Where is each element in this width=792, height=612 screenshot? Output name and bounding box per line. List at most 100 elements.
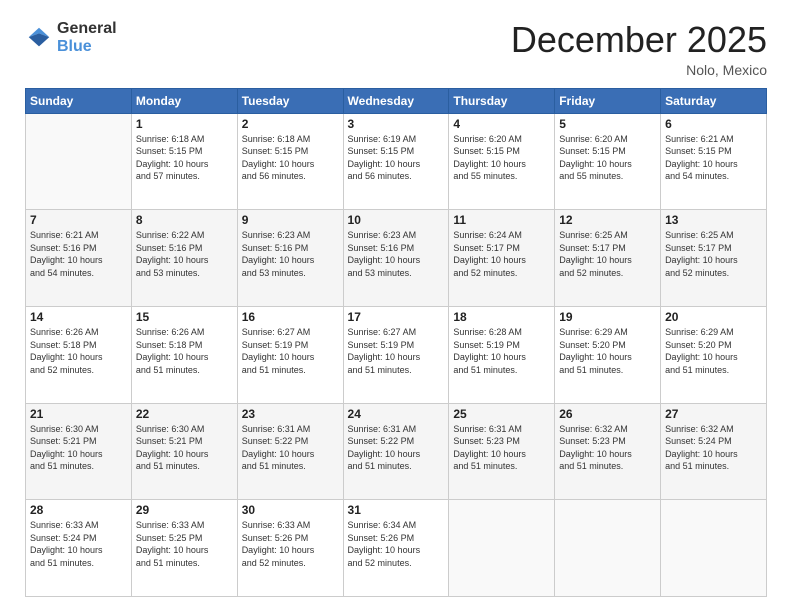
weekday-header: Wednesday: [343, 88, 449, 113]
day-number: 30: [242, 503, 339, 517]
calendar-cell: 12 Sunrise: 6:25 AM Sunset: 5:17 PM Dayli…: [555, 210, 661, 307]
calendar-cell: 3Sunrise: 6:19 AM Sunset: 5:15 PM Daylig…: [343, 113, 449, 210]
day-number: 16: [242, 310, 339, 324]
day-number: 23: [242, 407, 339, 421]
day-number: 12: [559, 213, 656, 227]
calendar-cell: 13 Sunrise: 6:25 AM Sunset: 5:17 PM Dayli…: [661, 210, 767, 307]
day-number: 10: [348, 213, 445, 227]
day-info: Sunrise: 6:23 AM Sunset: 5:16 PM Dayligh…: [348, 229, 445, 279]
day-info: Sunrise: 6:27 AM Sunset: 5:19 PM Dayligh…: [348, 326, 445, 376]
day-info: Sunrise: 6:25 AM Sunset: 5:17 PM Dayligh…: [665, 229, 762, 279]
calendar-cell: 4Sunrise: 6:20 AM Sunset: 5:15 PM Daylig…: [449, 113, 555, 210]
day-number: 5: [559, 117, 656, 131]
day-info: Sunrise: 6:24 AM Sunset: 5:17 PM Dayligh…: [453, 229, 550, 279]
day-number: 25: [453, 407, 550, 421]
day-info: Sunrise: 6:33 AM Sunset: 5:25 PM Dayligh…: [136, 519, 233, 569]
calendar-week-row: 28 Sunrise: 6:33 AM Sunset: 5:24 PM Dayli…: [26, 500, 767, 597]
calendar-cell: 19 Sunrise: 6:29 AM Sunset: 5:20 PM Dayli…: [555, 306, 661, 403]
day-info: Sunrise: 6:27 AM Sunset: 5:19 PM Dayligh…: [242, 326, 339, 376]
calendar-cell: 20Sunrise: 6:29 AM Sunset: 5:20 PM Dayli…: [661, 306, 767, 403]
calendar-cell: 1 Sunrise: 6:18 AM Sunset: 5:15 PM Daylig…: [131, 113, 237, 210]
calendar-cell: 10 Sunrise: 6:23 AM Sunset: 5:16 PM Dayli…: [343, 210, 449, 307]
calendar-cell: 17 Sunrise: 6:27 AM Sunset: 5:19 PM Dayli…: [343, 306, 449, 403]
calendar-cell: 22Sunrise: 6:30 AM Sunset: 5:21 PM Dayli…: [131, 403, 237, 500]
calendar-cell: 28 Sunrise: 6:33 AM Sunset: 5:24 PM Dayli…: [26, 500, 132, 597]
day-number: 27: [665, 407, 762, 421]
day-number: 26: [559, 407, 656, 421]
day-info: Sunrise: 6:28 AM Sunset: 5:19 PM Dayligh…: [453, 326, 550, 376]
calendar-cell: 16 Sunrise: 6:27 AM Sunset: 5:19 PM Dayli…: [237, 306, 343, 403]
day-number: 31: [348, 503, 445, 517]
calendar-cell: 21 Sunrise: 6:30 AM Sunset: 5:21 PM Dayli…: [26, 403, 132, 500]
logo-icon: [25, 24, 53, 52]
day-info: Sunrise: 6:30 AM Sunset: 5:21 PM Dayligh…: [30, 423, 127, 473]
header: General Blue December 2025 Nolo, Mexico: [25, 20, 767, 78]
weekday-header: Thursday: [449, 88, 555, 113]
location: Nolo, Mexico: [511, 62, 767, 78]
day-number: 29: [136, 503, 233, 517]
day-number: 21: [30, 407, 127, 421]
calendar-cell: 24 Sunrise: 6:31 AM Sunset: 5:22 PM Dayli…: [343, 403, 449, 500]
day-number: 14: [30, 310, 127, 324]
month-title: December 2025: [511, 20, 767, 60]
calendar-cell: [661, 500, 767, 597]
calendar-cell: 26Sunrise: 6:32 AM Sunset: 5:23 PM Dayli…: [555, 403, 661, 500]
day-info: Sunrise: 6:20 AM Sunset: 5:15 PM Dayligh…: [559, 133, 656, 183]
day-number: 1: [136, 117, 233, 131]
weekday-header: Saturday: [661, 88, 767, 113]
day-number: 24: [348, 407, 445, 421]
day-number: 22: [136, 407, 233, 421]
day-info: Sunrise: 6:31 AM Sunset: 5:22 PM Dayligh…: [348, 423, 445, 473]
day-info: Sunrise: 6:18 AM Sunset: 5:15 PM Dayligh…: [136, 133, 233, 183]
calendar-cell: 2Sunrise: 6:18 AM Sunset: 5:15 PM Daylig…: [237, 113, 343, 210]
day-number: 17: [348, 310, 445, 324]
day-number: 13: [665, 213, 762, 227]
day-info: Sunrise: 6:32 AM Sunset: 5:24 PM Dayligh…: [665, 423, 762, 473]
day-info: Sunrise: 6:34 AM Sunset: 5:26 PM Dayligh…: [348, 519, 445, 569]
calendar-week-row: 14 Sunrise: 6:26 AM Sunset: 5:18 PM Dayli…: [26, 306, 767, 403]
calendar-table: SundayMondayTuesdayWednesdayThursdayFrid…: [25, 88, 767, 597]
day-info: Sunrise: 6:31 AM Sunset: 5:22 PM Dayligh…: [242, 423, 339, 473]
calendar-cell: 11 Sunrise: 6:24 AM Sunset: 5:17 PM Dayli…: [449, 210, 555, 307]
day-info: Sunrise: 6:21 AM Sunset: 5:16 PM Dayligh…: [30, 229, 127, 279]
day-info: Sunrise: 6:33 AM Sunset: 5:24 PM Dayligh…: [30, 519, 127, 569]
day-info: Sunrise: 6:25 AM Sunset: 5:17 PM Dayligh…: [559, 229, 656, 279]
calendar-cell: 7 Sunrise: 6:21 AM Sunset: 5:16 PM Daylig…: [26, 210, 132, 307]
calendar-cell: 25Sunrise: 6:31 AM Sunset: 5:23 PM Dayli…: [449, 403, 555, 500]
calendar-cell: 6 Sunrise: 6:21 AM Sunset: 5:15 PM Daylig…: [661, 113, 767, 210]
day-number: 19: [559, 310, 656, 324]
day-number: 7: [30, 213, 127, 227]
calendar-header-row: SundayMondayTuesdayWednesdayThursdayFrid…: [26, 88, 767, 113]
calendar-cell: 5 Sunrise: 6:20 AM Sunset: 5:15 PM Daylig…: [555, 113, 661, 210]
calendar-cell: 29 Sunrise: 6:33 AM Sunset: 5:25 PM Dayli…: [131, 500, 237, 597]
calendar-cell: [555, 500, 661, 597]
calendar-week-row: 7 Sunrise: 6:21 AM Sunset: 5:16 PM Daylig…: [26, 210, 767, 307]
day-info: Sunrise: 6:20 AM Sunset: 5:15 PM Dayligh…: [453, 133, 550, 183]
day-info: Sunrise: 6:29 AM Sunset: 5:20 PM Dayligh…: [559, 326, 656, 376]
day-number: 11: [453, 213, 550, 227]
day-number: 20: [665, 310, 762, 324]
calendar-week-row: 21 Sunrise: 6:30 AM Sunset: 5:21 PM Dayli…: [26, 403, 767, 500]
calendar-cell: 27 Sunrise: 6:32 AM Sunset: 5:24 PM Dayli…: [661, 403, 767, 500]
weekday-header: Tuesday: [237, 88, 343, 113]
day-info: Sunrise: 6:21 AM Sunset: 5:15 PM Dayligh…: [665, 133, 762, 183]
day-info: Sunrise: 6:26 AM Sunset: 5:18 PM Dayligh…: [136, 326, 233, 376]
title-block: December 2025 Nolo, Mexico: [511, 20, 767, 78]
day-number: 15: [136, 310, 233, 324]
day-number: 2: [242, 117, 339, 131]
calendar-cell: 9 Sunrise: 6:23 AM Sunset: 5:16 PM Daylig…: [237, 210, 343, 307]
calendar-cell: [449, 500, 555, 597]
day-number: 28: [30, 503, 127, 517]
weekday-header: Monday: [131, 88, 237, 113]
calendar-cell: 30Sunrise: 6:33 AM Sunset: 5:26 PM Dayli…: [237, 500, 343, 597]
day-number: 18: [453, 310, 550, 324]
day-info: Sunrise: 6:19 AM Sunset: 5:15 PM Dayligh…: [348, 133, 445, 183]
calendar-cell: 8Sunrise: 6:22 AM Sunset: 5:16 PM Daylig…: [131, 210, 237, 307]
calendar-cell: 15 Sunrise: 6:26 AM Sunset: 5:18 PM Dayli…: [131, 306, 237, 403]
day-number: 9: [242, 213, 339, 227]
day-info: Sunrise: 6:23 AM Sunset: 5:16 PM Dayligh…: [242, 229, 339, 279]
day-info: Sunrise: 6:22 AM Sunset: 5:16 PM Dayligh…: [136, 229, 233, 279]
page: General Blue December 2025 Nolo, Mexico …: [0, 0, 792, 612]
calendar-cell: 31 Sunrise: 6:34 AM Sunset: 5:26 PM Dayli…: [343, 500, 449, 597]
day-number: 6: [665, 117, 762, 131]
